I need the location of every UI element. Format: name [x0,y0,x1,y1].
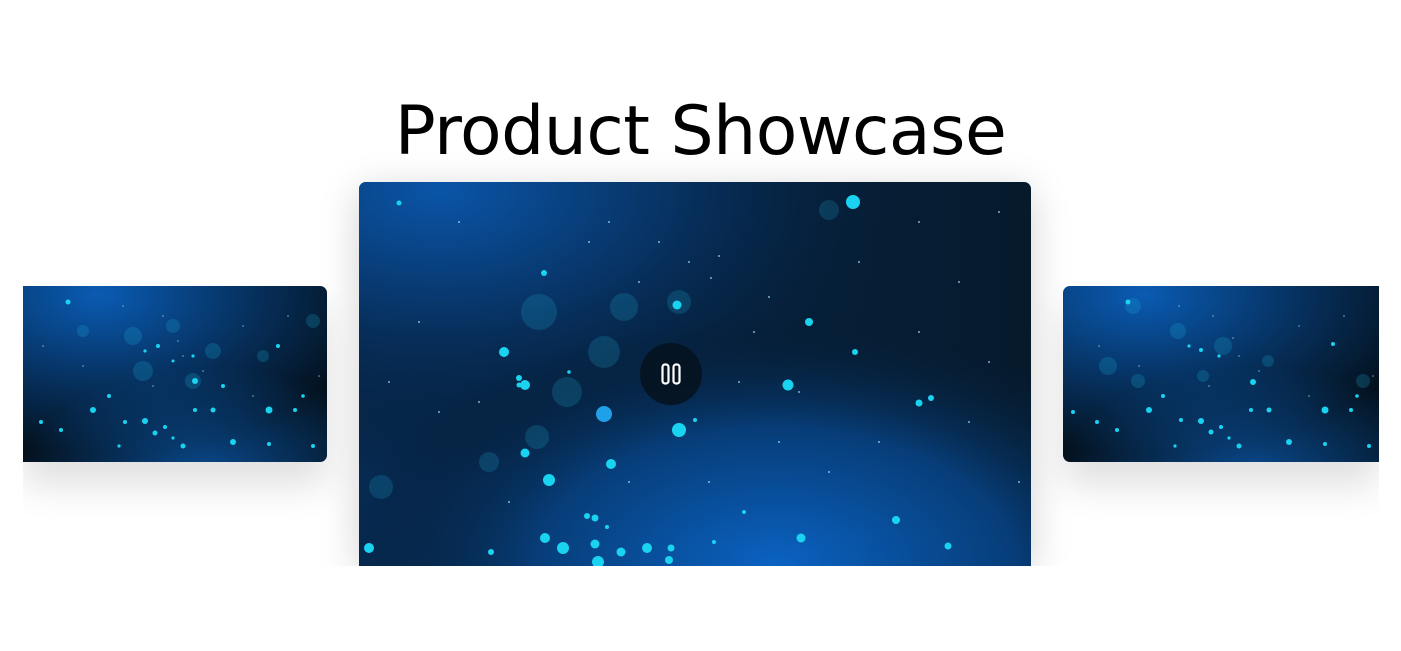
video-thumbnail-previous [23,286,327,462]
showcase-carousel [23,150,1379,566]
pause-button[interactable] [640,343,702,405]
page: Product Showcase [0,0,1401,651]
pause-icon [660,362,682,386]
carousel-slide-next[interactable] [1063,286,1379,462]
video-thumbnail-next [1063,286,1379,462]
carousel-slide-previous[interactable] [23,286,327,462]
